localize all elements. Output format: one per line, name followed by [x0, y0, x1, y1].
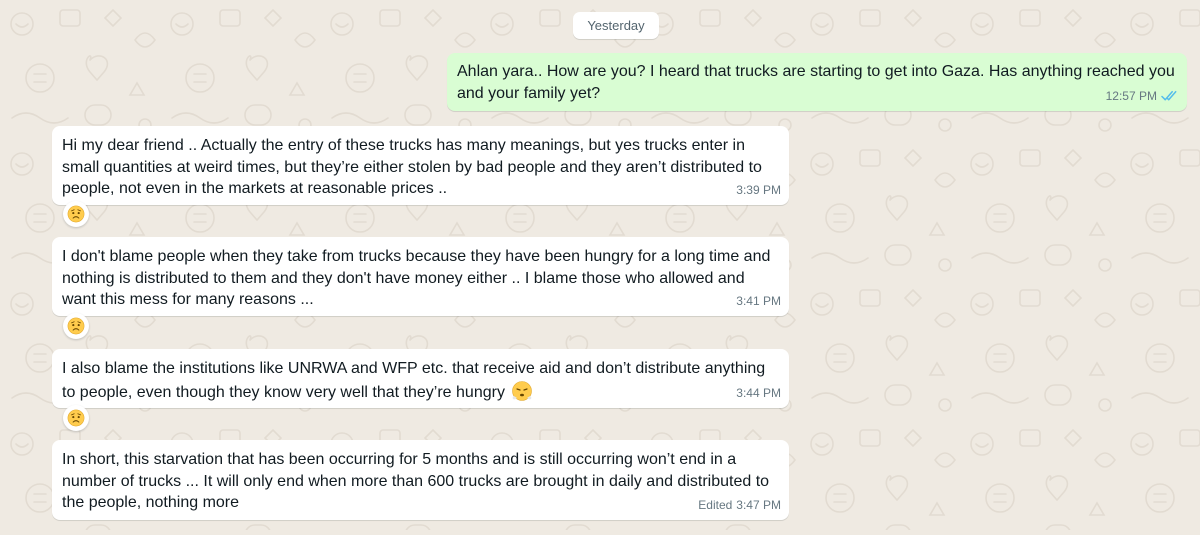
- message-meta: 12:57 PM: [1106, 86, 1179, 108]
- sad-face-emoji-icon: [67, 317, 85, 335]
- message-time: 3:47 PM: [736, 497, 781, 512]
- message-text: In short, this starvation that has been …: [62, 451, 770, 511]
- steaming-face-emoji-icon: [512, 380, 533, 401]
- message-meta: 3:41 PM: [736, 291, 781, 313]
- edited-label: Edited: [698, 497, 733, 512]
- message-time: 3:41 PM: [736, 293, 781, 308]
- message-meta: 3:44 PM: [736, 383, 781, 405]
- message-reaction[interactable]: [63, 201, 89, 227]
- message-reaction[interactable]: [63, 313, 89, 339]
- incoming-message[interactable]: Hi my dear friend .. Actually the entry …: [52, 126, 789, 205]
- incoming-message[interactable]: In short, this starvation that has been …: [52, 440, 789, 520]
- date-separator: Yesterday: [573, 12, 659, 39]
- message-text: I also blame the institutions like UNRWA…: [62, 360, 766, 401]
- incoming-message[interactable]: I also blame the institutions like UNRWA…: [52, 349, 789, 408]
- message-time: 3:39 PM: [736, 182, 781, 197]
- chat-messages: Yesterday Ahlan yara.. How are you? I he…: [0, 0, 1200, 530]
- double-check-read-icon: [1161, 91, 1177, 101]
- sad-face-emoji-icon: [67, 409, 85, 427]
- message-time: 3:44 PM: [736, 385, 781, 400]
- message-text: I don't blame people when they take from…: [62, 248, 771, 308]
- incoming-message[interactable]: I don't blame people when they take from…: [52, 237, 789, 316]
- message-body: I also blame the institutions like UNRWA…: [52, 349, 789, 403]
- sad-face-emoji-icon: [67, 205, 85, 223]
- message-reaction[interactable]: [63, 405, 89, 431]
- message-meta: 3:39 PM: [736, 180, 781, 202]
- outgoing-message[interactable]: Ahlan yara.. How are you? I heard that t…: [447, 53, 1187, 111]
- message-meta: Edited 3:47 PM: [698, 495, 781, 517]
- message-text: Hi my dear friend .. Actually the entry …: [62, 137, 762, 197]
- message-text: Ahlan yara.. How are you? I heard that t…: [457, 63, 1175, 102]
- message-time: 12:57 PM: [1105, 88, 1157, 103]
